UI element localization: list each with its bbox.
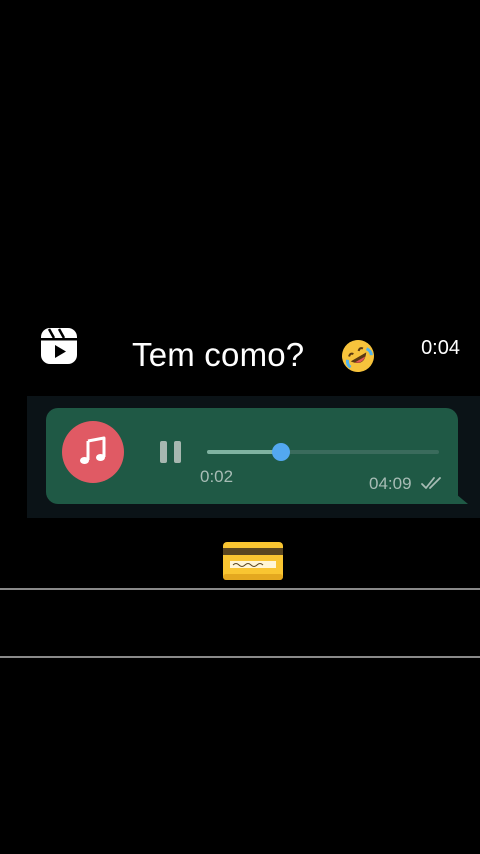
credit-card-emoji [223, 542, 283, 580]
playback-progress [207, 450, 282, 454]
double-check-icon [421, 477, 441, 489]
rolling-on-floor-laughing-emoji [342, 340, 374, 372]
reels-icon [41, 328, 77, 364]
music-note-glyph [80, 436, 106, 464]
elapsed-time: 0:02 [200, 467, 234, 486]
bubble-tail [456, 494, 468, 504]
message-time: 04:09 [369, 474, 412, 493]
video-caption: Tem como? [132, 336, 305, 373]
divider-line [0, 588, 480, 590]
pause-bar-left [160, 441, 167, 463]
music-note-icon [62, 421, 124, 483]
video-timer: 0:04 [421, 337, 460, 359]
pause-button[interactable] [160, 441, 184, 463]
pause-bar-right [174, 441, 181, 463]
video-frame: Tem como? 0:04 0:02 04:09 [0, 0, 480, 854]
divider-line [0, 656, 480, 658]
playback-slider[interactable] [207, 443, 439, 461]
